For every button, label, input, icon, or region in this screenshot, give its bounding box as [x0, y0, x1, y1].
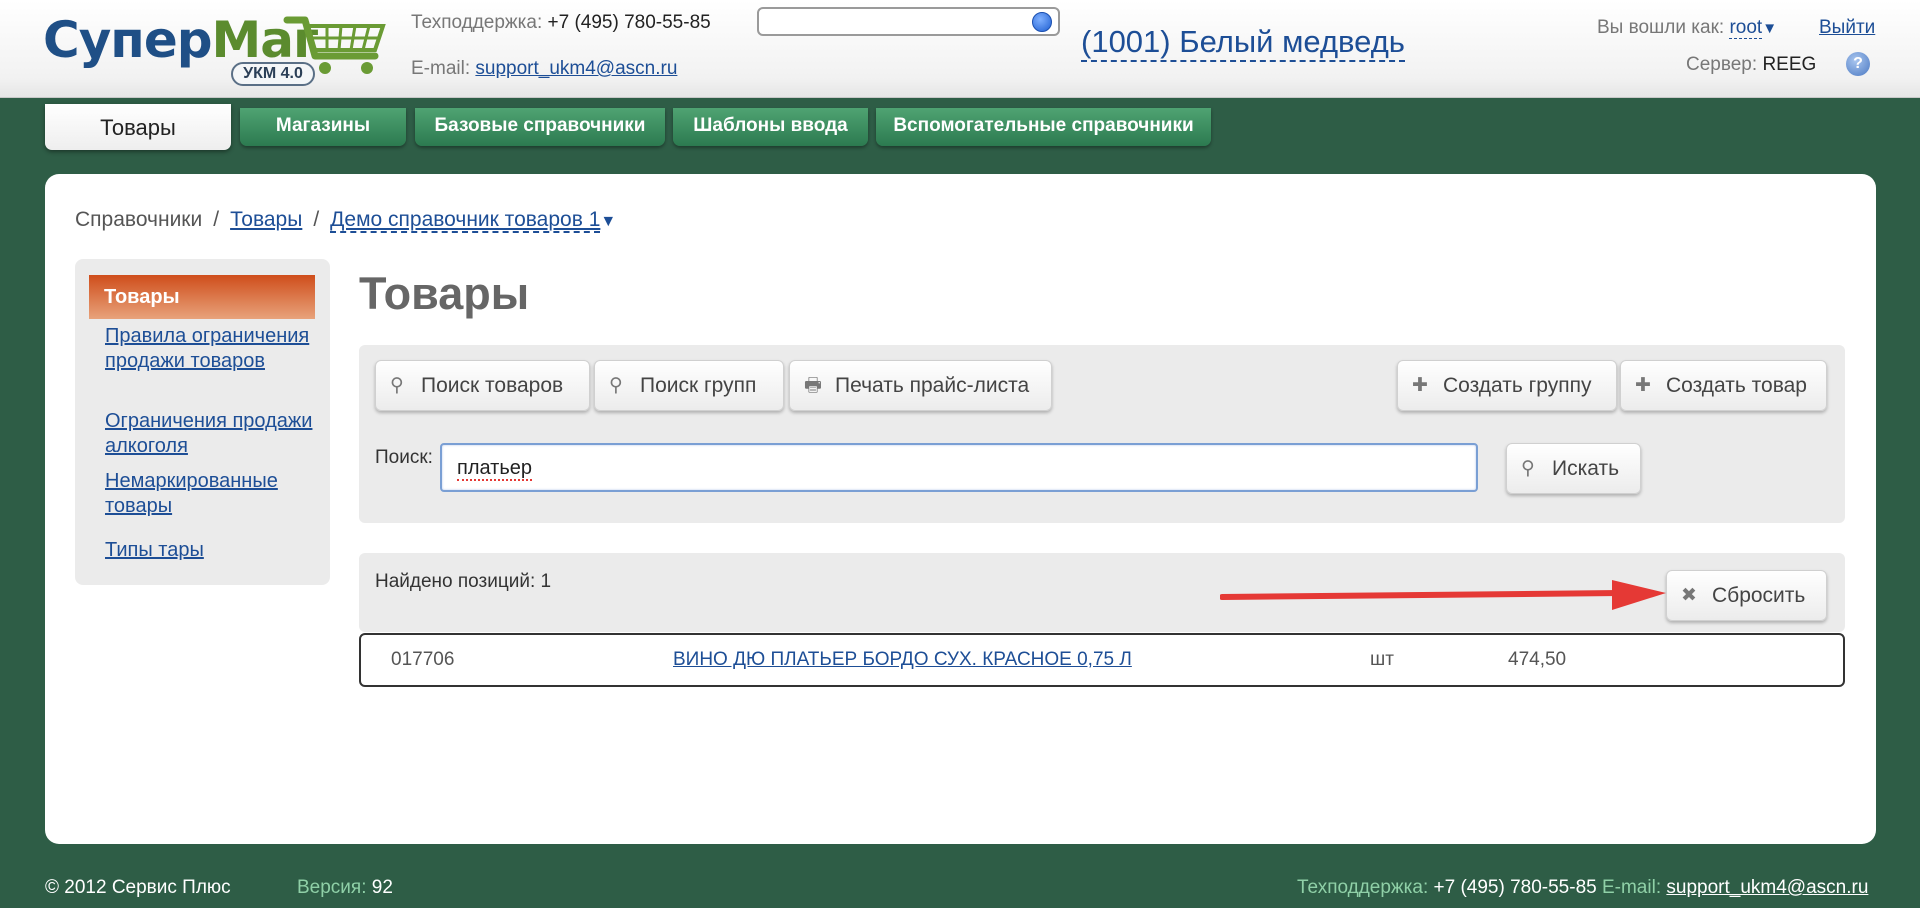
logged-in-label: Вы вошли как:	[1597, 17, 1725, 38]
footer-support: Техподдержка: +7 (495) 780-55-85 E-mail:…	[1297, 877, 1868, 899]
table-row[interactable]: 017706 ВИНО ДЮ ПЛАТЬЕР БОРДО СУХ. КРАСНО…	[359, 633, 1845, 687]
row-name-link[interactable]: ВИНО ДЮ ПЛАТЬЕР БОРДО СУХ. КРАСНОЕ 0,75 …	[673, 649, 1132, 671]
search-submit-label: Искать	[1552, 457, 1620, 480]
sidebar-item-goods[interactable]: Товары	[89, 275, 315, 319]
sidebar: Товары Правила ограничения продажи товар…	[75, 259, 330, 585]
server-value: REEG	[1762, 54, 1817, 75]
tab-goods[interactable]: Товары	[45, 104, 231, 150]
chevron-down-icon[interactable]: ▼	[1762, 20, 1777, 37]
reset-label: Сбросить	[1712, 584, 1806, 607]
print-icon: 🖶	[804, 375, 822, 396]
breadcrumb-separator: /	[313, 208, 320, 231]
search-input[interactable]: платьер	[440, 443, 1478, 492]
supermag-logo[interactable]: СуперМаг УКМ 4.0	[43, 10, 386, 88]
search-goods-button[interactable]: ⚲ Поиск товаров	[375, 360, 590, 411]
create-group-label: Создать группу	[1443, 374, 1592, 397]
tab-stores[interactable]: Магазины	[240, 108, 406, 146]
support-email: E-mail: support_ukm4@ascn.ru	[411, 58, 677, 80]
search-label: Поиск:	[375, 447, 433, 468]
search-icon: ⚲	[1521, 458, 1535, 479]
footer-version-label: Версия:	[297, 877, 367, 898]
create-item-label: Создать товар	[1666, 374, 1807, 397]
footer-support-phone: +7 (495) 780-55-85	[1433, 877, 1597, 898]
server-label: Сервер:	[1686, 54, 1758, 75]
sidebar-item-alcohol-restrictions[interactable]: Ограничения продажи алкоголя	[105, 409, 315, 459]
header-search-input[interactable]	[757, 7, 1060, 36]
search-go-icon[interactable]	[1032, 12, 1052, 32]
support-email-link[interactable]: support_ukm4@ascn.ru	[475, 58, 677, 79]
plus-icon: ✚	[1635, 375, 1651, 396]
top-header: СуперМаг УКМ 4.0 Техподдержка: +7 (495) …	[0, 0, 1920, 98]
tab-auxiliary-directories[interactable]: Вспомогательные справочники	[876, 108, 1211, 146]
print-price-list-label: Печать прайс-листа	[835, 374, 1030, 397]
plus-icon: ✚	[1412, 375, 1428, 396]
logo-text-part1: Супер	[43, 11, 213, 69]
search-groups-label: Поиск групп	[640, 374, 757, 397]
footer-version-value: 92	[371, 877, 393, 898]
close-icon: ✖	[1681, 585, 1697, 606]
support-phone: Техподдержка: +7 (495) 780-55-85	[411, 12, 711, 34]
chevron-down-icon[interactable]: ▼	[600, 213, 616, 230]
row-code: 017706	[391, 649, 455, 670]
red-arrow-annotation	[1220, 580, 1666, 610]
footer-copyright: © 2012 Сервис Плюс	[45, 877, 231, 898]
footer-support-label: Техподдержка:	[1297, 877, 1429, 898]
search-goods-label: Поиск товаров	[421, 374, 564, 397]
footer-version: Версия: 92	[297, 877, 393, 899]
reset-button[interactable]: ✖ Сбросить	[1666, 570, 1827, 621]
logo-badge: УКМ 4.0	[231, 62, 315, 86]
search-submit-button[interactable]: ⚲ Искать	[1506, 443, 1641, 494]
breadcrumb-separator: /	[213, 208, 220, 231]
sidebar-item-container-types[interactable]: Типы тары	[105, 538, 315, 563]
logo-text: СуперМаг	[43, 10, 319, 70]
sidebar-item-sale-restriction-rules[interactable]: Правила ограничения продажи товаров	[105, 324, 315, 374]
tab-base-directories[interactable]: Базовые справочники	[415, 108, 665, 146]
breadcrumb-root: Справочники	[75, 208, 203, 231]
server-info: Сервер: REEG	[1686, 54, 1816, 76]
search-input-value: платьер	[457, 457, 533, 481]
help-icon[interactable]: ?	[1846, 52, 1870, 76]
create-item-button[interactable]: ✚ Создать товар	[1620, 360, 1827, 411]
row-price: 474,50	[1508, 649, 1567, 670]
logout-link[interactable]: Выйти	[1819, 17, 1875, 39]
support-phone-value: +7 (495) 780-55-85	[547, 12, 711, 33]
footer-email-link[interactable]: support_ukm4@ascn.ru	[1666, 877, 1868, 898]
support-phone-label: Техподдержка:	[411, 12, 543, 33]
store-selector[interactable]: (1001) Белый медведь	[1081, 24, 1405, 62]
page-title: Товары	[359, 268, 530, 319]
found-count: Найдено позиций: 1	[375, 571, 552, 592]
search-icon: ⚲	[390, 375, 404, 396]
row-unit: шт	[1370, 649, 1394, 670]
footer-email-label: E-mail:	[1601, 877, 1662, 898]
print-price-list-button[interactable]: 🖶 Печать прайс-листа	[789, 360, 1052, 411]
search-groups-button[interactable]: ⚲ Поиск групп	[594, 360, 784, 411]
create-group-button[interactable]: ✚ Создать группу	[1397, 360, 1617, 411]
logged-in-as: Вы вошли как: root▼	[1597, 17, 1777, 39]
tab-input-templates[interactable]: Шаблоны ввода	[673, 108, 868, 146]
support-email-label: E-mail:	[411, 58, 471, 79]
search-icon: ⚲	[609, 375, 623, 396]
breadcrumb: Справочники / Товары / Демо справочник товар…	[75, 208, 616, 233]
breadcrumb-goods-link[interactable]: Товары	[230, 208, 302, 231]
user-dropdown[interactable]: root	[1729, 17, 1763, 39]
catalog-dropdown[interactable]: Демо справочник товаров 1	[330, 208, 601, 233]
sidebar-item-unmarked-goods[interactable]: Немаркированные товары	[105, 469, 315, 519]
